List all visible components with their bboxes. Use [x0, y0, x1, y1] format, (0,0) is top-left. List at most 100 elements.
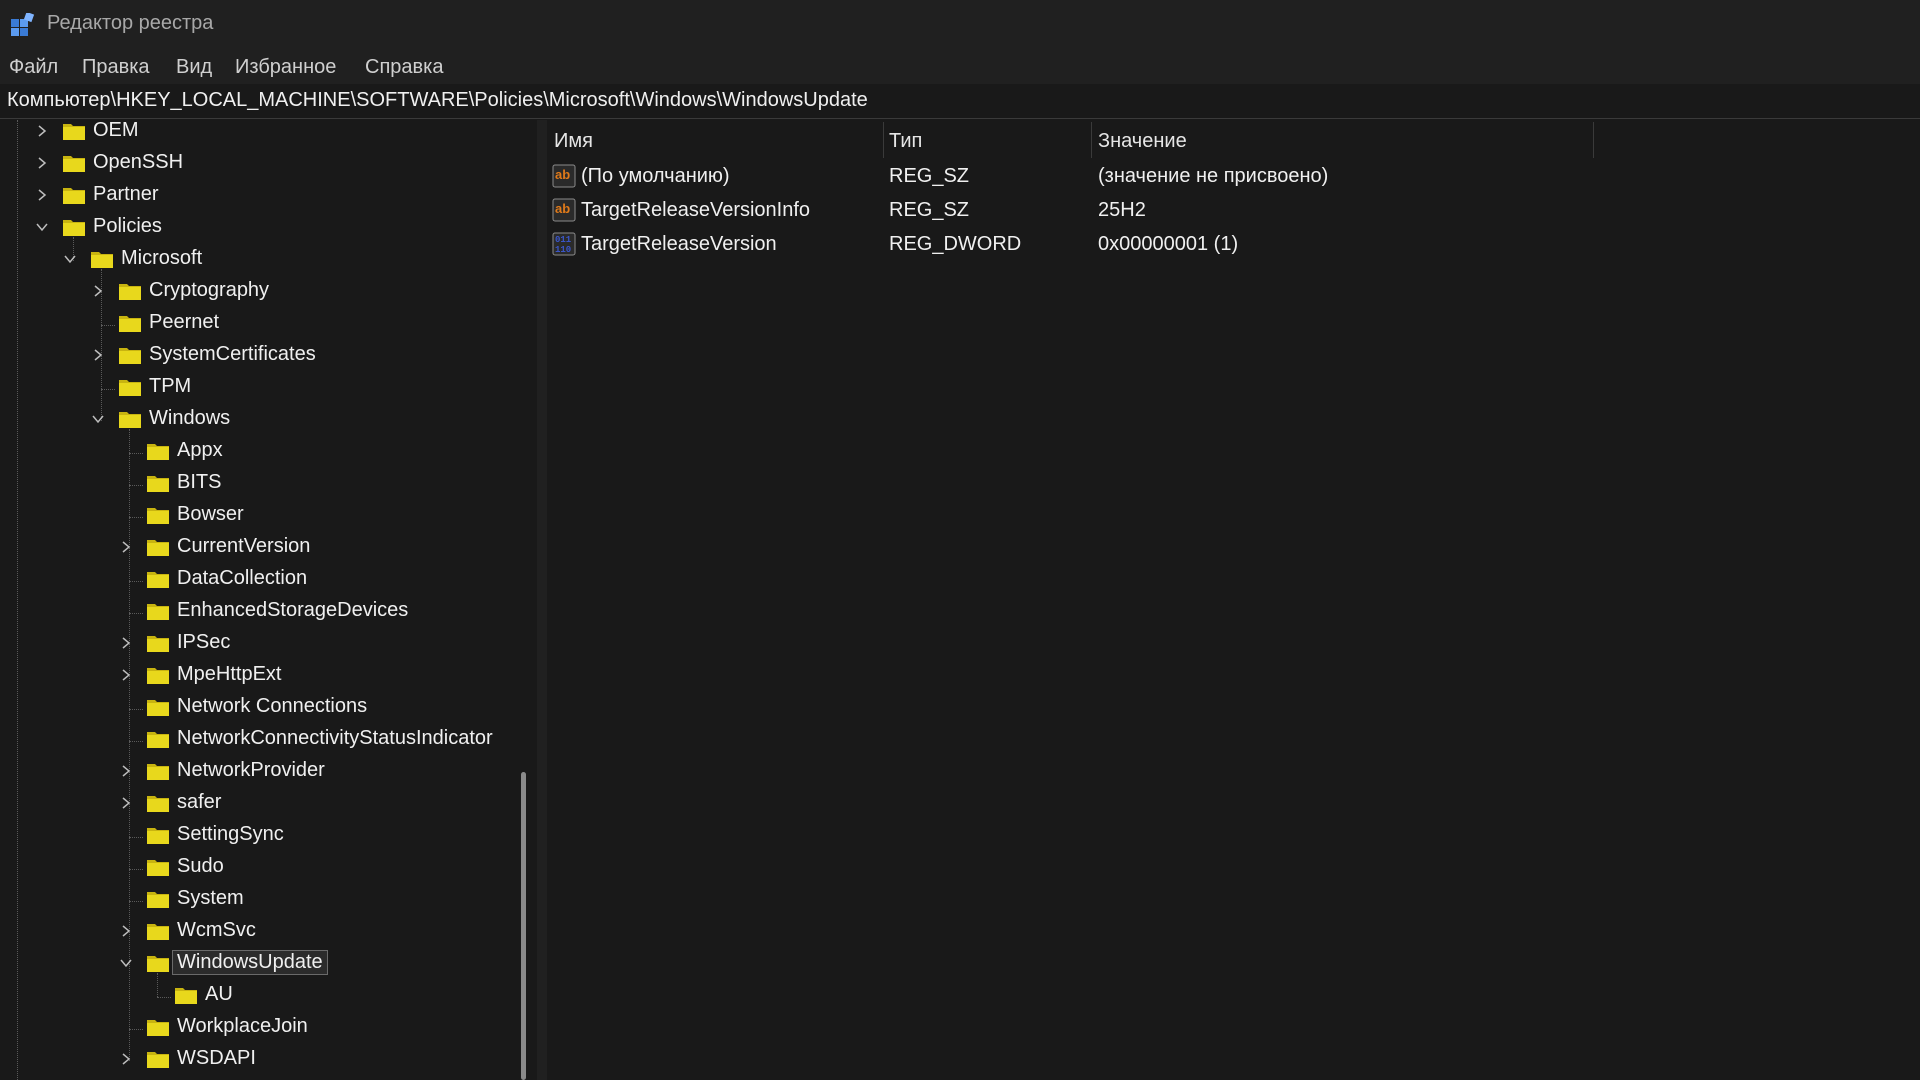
- pane-splitter[interactable]: [537, 120, 547, 1080]
- tree-node-bits[interactable]: BITS: [0, 469, 530, 501]
- tree-node-label: Windows: [149, 407, 231, 429]
- tree-node-network-connections[interactable]: Network Connections: [0, 693, 530, 725]
- tree-node-peernet[interactable]: Peernet: [0, 309, 530, 341]
- string-value-icon: ab: [552, 164, 576, 188]
- chevron-right-icon[interactable]: [119, 540, 133, 554]
- address-path[interactable]: Компьютер\HKEY_LOCAL_MACHINE\SOFTWARE\Po…: [7, 89, 868, 112]
- tree-node-datacollection[interactable]: DataCollection: [0, 565, 530, 597]
- tree-node-wsdapi[interactable]: WSDAPI: [0, 1045, 530, 1077]
- tree-node-networkprovider[interactable]: NetworkProvider: [0, 757, 530, 789]
- tree-scrollbar-thumb[interactable]: [521, 772, 526, 1080]
- tree-node-label: EnhancedStorageDevices: [177, 599, 409, 621]
- tree-guide-line: [129, 517, 143, 518]
- value-row[interactable]: ab (По умолчанию) REG_SZ (значение не пр…: [547, 160, 1920, 194]
- tree-node-label: NetworkProvider: [177, 759, 325, 781]
- tree-node-cryptography[interactable]: Cryptography: [0, 277, 530, 309]
- column-header-value[interactable]: Значение: [1098, 130, 1187, 153]
- tree-node-enhancedstoragedevices[interactable]: EnhancedStorageDevices: [0, 597, 530, 629]
- tree-node-label: CurrentVersion: [177, 535, 311, 557]
- tree-node-appx[interactable]: Appx: [0, 437, 530, 469]
- tree-node-label: SystemCertificates: [149, 343, 316, 365]
- chevron-right-icon[interactable]: [119, 1052, 133, 1066]
- tree-guide-line: [157, 997, 171, 998]
- menu-help[interactable]: Справка: [365, 56, 443, 79]
- tree-node-label: Sudo: [177, 855, 224, 877]
- chevron-right-icon[interactable]: [119, 924, 133, 938]
- tree-node-au[interactable]: AU: [0, 981, 530, 1013]
- tree-node-label: OEM: [93, 120, 139, 141]
- folder-icon: [147, 828, 169, 844]
- column-separator[interactable]: [1593, 122, 1594, 158]
- menu-file[interactable]: Файл: [9, 56, 58, 79]
- folder-icon: [147, 700, 169, 716]
- folder-icon: [147, 1020, 169, 1036]
- menu-bar: Файл Правка Вид Избранное Справка: [0, 50, 1920, 84]
- value-row[interactable]: ab TargetReleaseVersionInfo REG_SZ 25H2: [547, 194, 1920, 228]
- tree-node-mpehttpext[interactable]: MpeHttpExt: [0, 661, 530, 693]
- tree-node-label: TPM: [149, 375, 192, 397]
- menu-favorites[interactable]: Избранное: [235, 56, 336, 79]
- value-row[interactable]: 011 110 TargetReleaseVersion REG_DWORD 0…: [547, 228, 1920, 262]
- chevron-right-icon[interactable]: [119, 796, 133, 810]
- address-bar[interactable]: Компьютер\HKEY_LOCAL_MACHINE\SOFTWARE\Po…: [0, 84, 1920, 119]
- tree-node-wcmsvc[interactable]: WcmSvc: [0, 917, 530, 949]
- value-data: (значение не присвоено): [1098, 165, 1329, 187]
- tree-node-partner[interactable]: Partner: [0, 181, 530, 213]
- tree-guide-line: [129, 485, 143, 486]
- tree-guide-line: [101, 389, 115, 390]
- menu-edit[interactable]: Правка: [82, 56, 150, 79]
- tree-node-safer[interactable]: safer: [0, 789, 530, 821]
- tree-node-ipsec[interactable]: IPSec: [0, 629, 530, 661]
- tree-guide-line: [129, 581, 143, 582]
- tree-node-sudo[interactable]: Sudo: [0, 853, 530, 885]
- values-list[interactable]: Имя Тип Значение ab (По умолчанию) REG_S…: [547, 120, 1920, 1080]
- tree-node-windowsupdate[interactable]: WindowsUpdate: [0, 949, 530, 981]
- menu-view[interactable]: Вид: [176, 56, 212, 79]
- chevron-down-icon[interactable]: [63, 252, 77, 266]
- chevron-down-icon[interactable]: [35, 220, 49, 234]
- tree-node-windows[interactable]: Windows: [0, 405, 530, 437]
- tree-node-label: safer: [177, 791, 222, 813]
- chevron-right-icon[interactable]: [119, 764, 133, 778]
- value-data: 25H2: [1098, 199, 1146, 221]
- tree-node-label: SettingSync: [177, 823, 284, 845]
- tree-node-openssh[interactable]: OpenSSH: [0, 149, 530, 181]
- tree-scrollbar[interactable]: [518, 120, 530, 1080]
- column-separator[interactable]: [1091, 122, 1092, 158]
- chevron-down-icon[interactable]: [91, 412, 105, 426]
- tree-node-label: WorkplaceJoin: [177, 1015, 308, 1037]
- chevron-right-icon[interactable]: [91, 284, 105, 298]
- tree-node-label: BITS: [177, 471, 222, 493]
- column-separator[interactable]: [883, 122, 884, 158]
- key-tree[interactable]: OEM OpenSSH Partner Policies Microsoft Crypto…: [0, 120, 537, 1080]
- tree-node-policies[interactable]: Policies: [0, 213, 530, 245]
- folder-icon: [63, 124, 85, 140]
- tree-node-bowser[interactable]: Bowser: [0, 501, 530, 533]
- folder-icon: [147, 604, 169, 620]
- folder-icon: [147, 508, 169, 524]
- tree-node-label: NetworkConnectivityStatusIndicator: [177, 727, 493, 749]
- tree-guide-line: [129, 741, 143, 742]
- tree-node-currentversion[interactable]: CurrentVersion: [0, 533, 530, 565]
- tree-node-oem[interactable]: OEM: [0, 120, 530, 149]
- tree-node-settingsync[interactable]: SettingSync: [0, 821, 530, 853]
- tree-node-workplacejoin[interactable]: WorkplaceJoin: [0, 1013, 530, 1045]
- tree-node-microsoft[interactable]: Microsoft: [0, 245, 530, 277]
- tree-node-label: OpenSSH: [93, 151, 184, 173]
- column-header-name[interactable]: Имя: [554, 130, 593, 153]
- column-header-type[interactable]: Тип: [889, 130, 922, 153]
- chevron-down-icon[interactable]: [119, 956, 133, 970]
- tree-node-systemcertificates[interactable]: SystemCertificates: [0, 341, 530, 373]
- tree-node-networkconnectivitystatusindicator[interactable]: NetworkConnectivityStatusIndicator: [0, 725, 530, 757]
- chevron-right-icon[interactable]: [35, 188, 49, 202]
- window-title: Редактор реестра: [47, 12, 214, 34]
- chevron-right-icon[interactable]: [91, 348, 105, 362]
- chevron-right-icon[interactable]: [35, 124, 49, 138]
- tree-node-label: DataCollection: [177, 567, 308, 589]
- chevron-right-icon[interactable]: [119, 636, 133, 650]
- chevron-right-icon[interactable]: [35, 156, 49, 170]
- chevron-right-icon[interactable]: [119, 668, 133, 682]
- tree-node-system[interactable]: System: [0, 885, 530, 917]
- svg-text:ab: ab: [555, 167, 570, 182]
- tree-node-tpm[interactable]: TPM: [0, 373, 530, 405]
